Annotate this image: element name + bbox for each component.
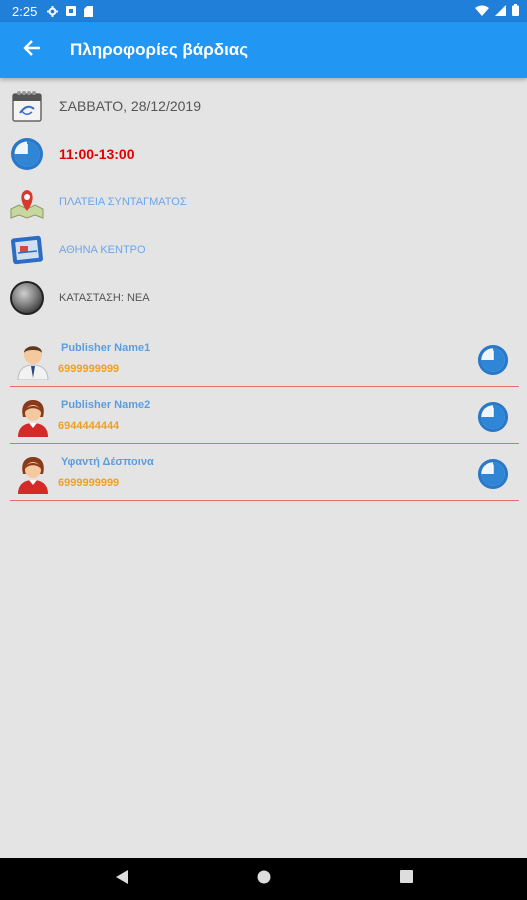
nav-recents-button[interactable] bbox=[376, 858, 436, 900]
publisher-name: Publisher Name2 bbox=[61, 399, 151, 411]
female-avatar-icon bbox=[14, 395, 52, 437]
list-item[interactable]: Publisher Name2 6944444444 bbox=[10, 387, 519, 444]
signal-icon bbox=[495, 4, 506, 19]
status-bar: 2:25 bbox=[0, 0, 527, 22]
shift-location: ΠΛΑΤΕΙΑ ΣΥΝΤΑΓΜΑΤΟΣ bbox=[59, 196, 187, 208]
time-row: 11:00-13:00 bbox=[0, 132, 527, 176]
notification-icon bbox=[66, 6, 77, 16]
settings-icon bbox=[47, 5, 59, 17]
shift-state: ΚΑΤΑΣΤΑΣΗ: ΝΕΑ bbox=[59, 292, 150, 304]
shift-area: ΑΘΗΝΑ ΚΕΝΤΡΟ bbox=[59, 244, 146, 256]
list-item[interactable]: Publisher Name1 6999999999 bbox=[10, 330, 519, 387]
nav-back-button[interactable] bbox=[92, 858, 152, 900]
wifi-icon bbox=[475, 4, 489, 19]
status-time: 2:25 bbox=[12, 3, 38, 19]
nav-home-button[interactable] bbox=[234, 858, 294, 900]
status-circle-icon bbox=[9, 280, 45, 316]
shift-date: ΣΑΒΒΑΤΟ, 28/12/2019 bbox=[59, 98, 202, 114]
location-row: ΠΛΑΤΕΙΑ ΣΥΝΤΑΓΜΑΤΟΣ bbox=[0, 180, 527, 224]
sd-card-icon bbox=[84, 5, 94, 17]
navigation-bar bbox=[0, 858, 527, 900]
publisher-phone: 6944444444 bbox=[58, 420, 120, 432]
date-row: ΣΑΒΒΑΤΟ, 28/12/2019 bbox=[0, 84, 527, 128]
map-pin-icon bbox=[9, 184, 45, 220]
female-avatar-icon bbox=[14, 452, 52, 494]
app-bar: Πληροφορίες βάρδιας bbox=[0, 22, 527, 78]
publisher-phone: 6999999999 bbox=[58, 477, 120, 489]
clock-icon[interactable] bbox=[477, 344, 509, 376]
clock-icon[interactable] bbox=[477, 401, 509, 433]
calendar-icon bbox=[9, 88, 45, 124]
triangle-back-icon bbox=[116, 869, 128, 889]
area-row: ΑΘΗΝΑ ΚΕΝΤΡΟ bbox=[0, 228, 527, 272]
shift-time: 11:00-13:00 bbox=[59, 146, 135, 162]
arrow-back-icon bbox=[23, 39, 41, 61]
clock-icon[interactable] bbox=[477, 458, 509, 490]
map-icon bbox=[9, 232, 45, 268]
male-avatar-icon bbox=[14, 338, 52, 381]
clock-icon bbox=[9, 136, 45, 172]
square-recents-icon bbox=[399, 870, 413, 888]
battery-icon bbox=[512, 3, 519, 19]
back-button[interactable] bbox=[0, 22, 64, 78]
page-title: Πληροφορίες βάρδιας bbox=[70, 40, 249, 59]
list-item[interactable]: Υφαντή Δέσποινα 6999999999 bbox=[10, 444, 519, 501]
publisher-name: Υφαντή Δέσποινα bbox=[61, 456, 154, 468]
publisher-name: Publisher Name1 bbox=[61, 342, 151, 354]
publisher-phone: 6999999999 bbox=[58, 363, 120, 375]
circle-home-icon bbox=[257, 870, 271, 889]
state-row: ΚΑΤΑΣΤΑΣΗ: ΝΕΑ bbox=[0, 276, 527, 320]
